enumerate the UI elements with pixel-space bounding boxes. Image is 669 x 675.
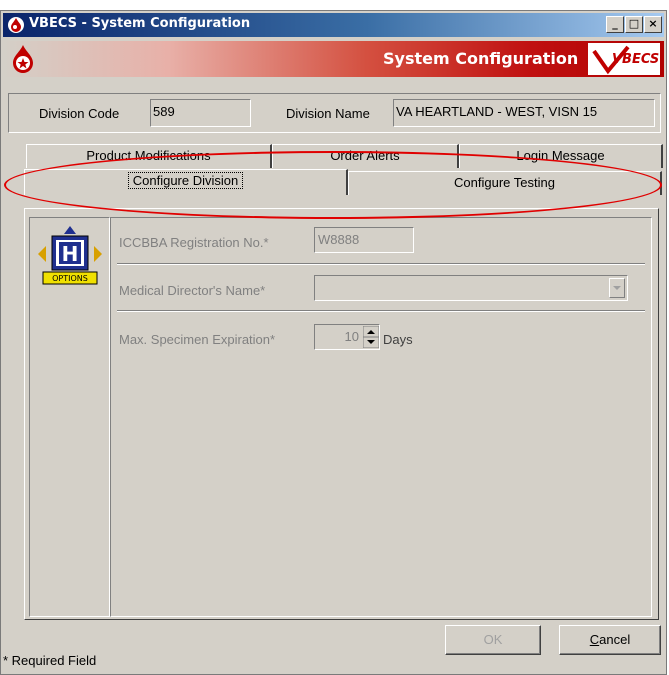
medical-director-select[interactable] <box>314 275 628 301</box>
spinner-icon[interactable] <box>362 325 380 349</box>
cancel-accelerator: C <box>589 632 600 647</box>
separator <box>117 310 645 312</box>
options-icon-label: OPTIONS <box>52 274 88 283</box>
vbecs-logo-icon: VBECS <box>588 43 660 75</box>
tab-configure-testing[interactable]: Configure Testing <box>348 171 662 195</box>
division-name-label: Division Name <box>286 106 370 121</box>
tab-product-modifications[interactable]: Product Modifications <box>26 144 272 168</box>
configure-division-page: H OPTIONS ICCBBA Registration No.* W8888… <box>24 208 659 620</box>
system-configuration-window: VBECS - System Configuration _ □ × Syste… <box>0 10 667 675</box>
options-panel: H OPTIONS <box>29 217 110 617</box>
window-title: VBECS - System Configuration <box>29 16 251 31</box>
division-code-label: Division Code <box>39 106 120 121</box>
ok-button[interactable]: OK <box>445 625 541 655</box>
cancel-button[interactable]: Cancel <box>559 625 661 655</box>
tab-configure-division[interactable]: Configure Division <box>24 169 348 195</box>
days-unit-label: Days <box>383 332 413 347</box>
title-bar[interactable]: VBECS - System Configuration _ □ × <box>3 13 664 37</box>
options-h-letter: H <box>62 242 79 266</box>
tab-login-message[interactable]: Login Message <box>459 144 663 168</box>
minimize-button[interactable]: _ <box>606 16 624 33</box>
vbecs-drop-icon <box>8 17 24 33</box>
dropdown-arrow-icon[interactable] <box>609 278 625 298</box>
options-h-icon[interactable]: H OPTIONS <box>34 224 106 292</box>
required-field-note: * Required Field <box>3 653 97 668</box>
medical-director-label: Medical Director's Name* <box>119 283 266 298</box>
tab-configure-division-label: Configure Division <box>127 172 244 189</box>
header-banner: System Configuration VBECS <box>3 41 664 77</box>
division-code-field: 589 <box>150 99 251 127</box>
iccbba-field[interactable]: W8888 <box>314 227 414 253</box>
tab-order-alerts[interactable]: Order Alerts <box>272 144 459 168</box>
division-form: ICCBBA Registration No.* W8888 Medical D… <box>110 217 652 617</box>
maximize-button[interactable]: □ <box>625 16 643 33</box>
vbecs-logo-text: VBECS <box>612 52 659 67</box>
division-name-field: VA HEARTLAND - WEST, VISN 15 <box>393 99 655 127</box>
banner-title: System Configuration <box>383 49 579 68</box>
specimen-expiration-label: Max. Specimen Expiration* <box>119 332 276 347</box>
separator <box>117 263 645 265</box>
iccbba-label: ICCBBA Registration No.* <box>119 235 269 250</box>
division-group: Division Code 589 Division Name VA HEART… <box>8 93 661 133</box>
close-button[interactable]: × <box>644 16 662 33</box>
cancel-label: ancel <box>599 632 631 647</box>
vbecs-drop-icon <box>13 45 33 73</box>
